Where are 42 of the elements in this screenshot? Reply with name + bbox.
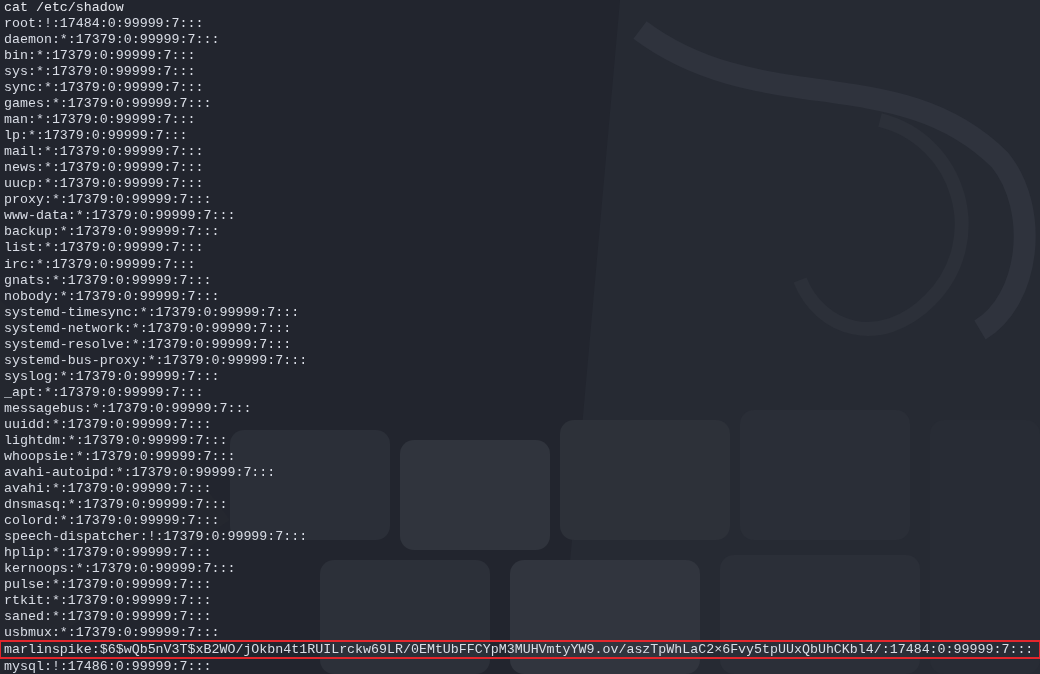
output-line: lightdm:*:17379:0:99999:7::: xyxy=(3,432,229,449)
output-line: mysql:!:17486:0:99999:7::: xyxy=(3,659,213,674)
output-line: rtkit:*:17379:0:99999:7::: xyxy=(3,593,213,610)
output-line: proxy:*:17379:0:99999:7::: xyxy=(3,192,213,209)
output-line: www-data:*:17379:0:99999:7::: xyxy=(3,208,237,225)
output-line: kernoops:*:17379:0:99999:7::: xyxy=(3,561,237,578)
output-line: _apt:*:17379:0:99999:7::: xyxy=(3,384,205,401)
output-line: systemd-timesync:*:17379:0:99999:7::: xyxy=(3,304,301,321)
output-line: systemd-network:*:17379:0:99999:7::: xyxy=(3,320,293,337)
output-line: news:*:17379:0:99999:7::: xyxy=(3,160,205,177)
output-line: pulse:*:17379:0:99999:7::: xyxy=(3,577,213,594)
output-line: systemd-resolve:*:17379:0:99999:7::: xyxy=(3,336,293,353)
output-line: bin:*:17379:0:99999:7::: xyxy=(3,48,197,65)
output-line: uuidd:*:17379:0:99999:7::: xyxy=(3,416,213,433)
output-line: man:*:17379:0:99999:7::: xyxy=(3,112,197,129)
output-line: systemd-bus-proxy:*:17379:0:99999:7::: xyxy=(3,352,309,369)
output-line: lp:*:17379:0:99999:7::: xyxy=(3,128,189,145)
output-line: gnats:*:17379:0:99999:7::: xyxy=(3,272,213,289)
output-line: syslog:*:17379:0:99999:7::: xyxy=(3,368,221,385)
output-line: saned:*:17379:0:99999:7::: xyxy=(3,609,213,626)
output-line: games:*:17379:0:99999:7::: xyxy=(3,96,213,113)
output-line: messagebus:*:17379:0:99999:7::: xyxy=(3,400,253,417)
output-line: root:!:17484:0:99999:7::: xyxy=(3,16,205,33)
output-line: uucp:*:17379:0:99999:7::: xyxy=(3,176,205,193)
output-line: speech-dispatcher:!:17379:0:99999:7::: xyxy=(3,529,309,546)
output-line: list:*:17379:0:99999:7::: xyxy=(3,240,205,257)
highlighted-line: marlinspike:$6$wQb5nV3T$xB2WO/jOkbn4t1RUILrckw69LR/0EMtUbFFCYpM3MUHVmtyYW9.ov/aszTpWhLaC2×6Fvy5tpUUxQbUhCKbl4/:17484:0:99999:7::: xyxy=(1,642,1039,658)
output-line: dnsmasq:*:17379:0:99999:7::: xyxy=(3,496,229,513)
command-line: cat /etc/shadow xyxy=(3,0,125,17)
output-line: sync:*:17379:0:99999:7::: xyxy=(3,80,205,97)
output-line: colord:*:17379:0:99999:7::: xyxy=(3,513,221,530)
output-line: mail:*:17379:0:99999:7::: xyxy=(3,144,205,161)
output-line: irc:*:17379:0:99999:7::: xyxy=(3,256,197,273)
output-line: avahi-autoipd:*:17379:0:99999:7::: xyxy=(3,464,277,481)
output-line: hplip:*:17379:0:99999:7::: xyxy=(3,545,213,562)
output-line: sys:*:17379:0:99999:7::: xyxy=(3,64,197,81)
output-line: backup:*:17379:0:99999:7::: xyxy=(3,224,221,241)
output-line: avahi:*:17379:0:99999:7::: xyxy=(3,480,213,497)
output-line: nobody:*:17379:0:99999:7::: xyxy=(3,288,221,305)
output-line: whoopsie:*:17379:0:99999:7::: xyxy=(3,448,237,465)
output-line: daemon:*:17379:0:99999:7::: xyxy=(3,32,221,49)
output-line: usbmux:*:17379:0:99999:7::: xyxy=(3,625,221,642)
